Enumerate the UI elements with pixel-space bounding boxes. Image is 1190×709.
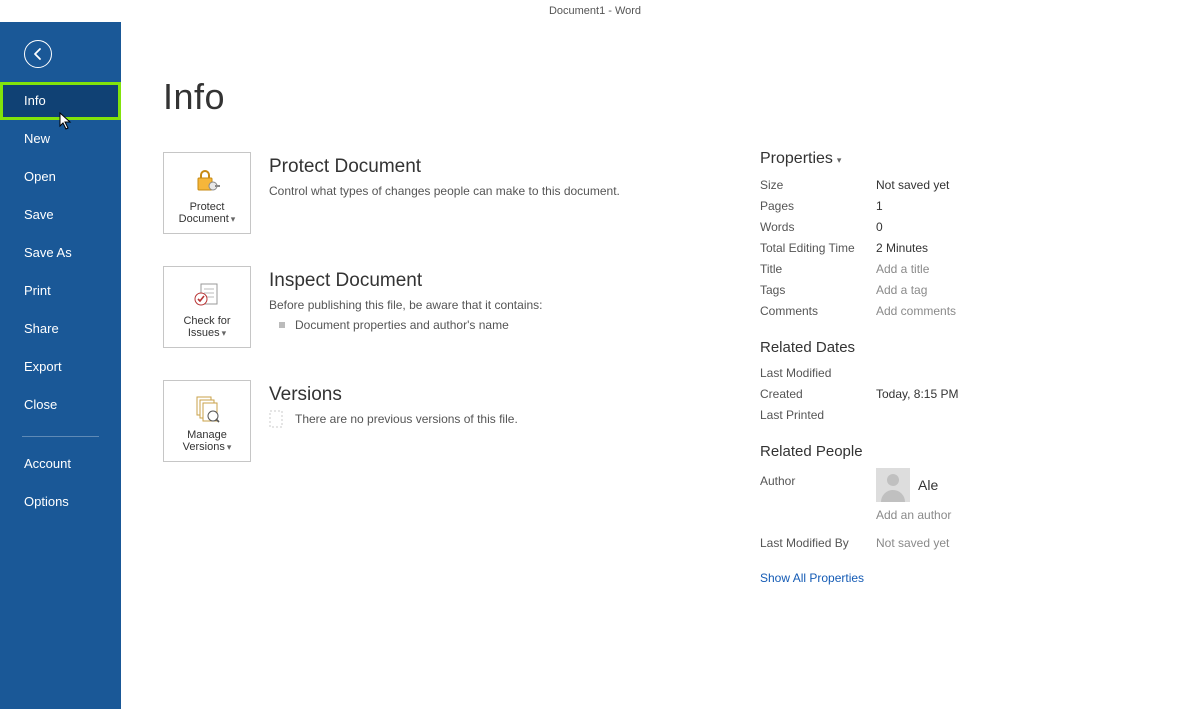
manage-versions-button[interactable]: Manage Versions (163, 380, 251, 462)
date-key: Last Printed (760, 408, 876, 422)
protect-title: Protect Document (269, 156, 620, 178)
backstage-sidebar: InfoNewOpenSaveSave AsPrintShareExportCl… (0, 22, 121, 709)
property-value[interactable]: Add a title (876, 262, 929, 276)
inspect-title: Inspect Document (269, 270, 543, 292)
last-modified-by-label: Last Modified By (760, 536, 876, 550)
property-key: Tags (760, 283, 876, 297)
last-modified-by-value: Not saved yet (876, 536, 949, 550)
property-row: TitleAdd a title (760, 258, 1140, 279)
check-for-issues-button[interactable]: Check for Issues (163, 266, 251, 348)
property-value: 1 (876, 199, 883, 213)
show-all-properties-link[interactable]: Show All Properties (760, 571, 864, 585)
property-row: Words0 (760, 216, 1140, 237)
title-bar: Document1 - Word (0, 0, 1190, 22)
sidebar-item-open[interactable]: Open (0, 158, 121, 196)
bullet-icon (279, 322, 285, 328)
author-name[interactable]: Ale (918, 477, 938, 493)
document-dashed-icon (269, 410, 285, 428)
checklist-icon (192, 279, 222, 309)
property-key: Words (760, 220, 876, 234)
related-people-heading: Related People (760, 443, 1140, 460)
sidebar-item-new[interactable]: New (0, 120, 121, 158)
page-title: Info (163, 76, 760, 118)
sidebar-item-save-as[interactable]: Save As (0, 234, 121, 272)
property-value: Not saved yet (876, 178, 949, 192)
sidebar-divider (22, 436, 99, 437)
back-button[interactable] (24, 40, 52, 68)
sidebar-item-close[interactable]: Close (0, 386, 121, 424)
date-key: Last Modified (760, 366, 876, 380)
protect-document-button[interactable]: Protect Document (163, 152, 251, 234)
properties-heading[interactable]: Properties (760, 150, 1140, 168)
property-row: CommentsAdd comments (760, 300, 1140, 321)
sidebar-item-save[interactable]: Save (0, 196, 121, 234)
date-row: Last Modified (760, 362, 1140, 383)
property-key: Pages (760, 199, 876, 213)
sidebar-item-options[interactable]: Options (0, 483, 121, 521)
property-value[interactable]: Add comments (876, 304, 956, 318)
property-row: TagsAdd a tag (760, 279, 1140, 300)
date-row: CreatedToday, 8:15 PM (760, 383, 1140, 404)
sidebar-item-print[interactable]: Print (0, 272, 121, 310)
related-dates-heading: Related Dates (760, 339, 1140, 356)
section-versions: Manage Versions Versions There are no pr… (163, 380, 760, 462)
section-inspect: Check for Issues Inspect Document Before… (163, 266, 760, 348)
section-protect: Protect Document Protect Document Contro… (163, 152, 760, 234)
property-key: Size (760, 178, 876, 192)
property-row: SizeNot saved yet (760, 174, 1140, 195)
sidebar-item-account[interactable]: Account (0, 445, 121, 483)
sidebar-item-export[interactable]: Export (0, 348, 121, 386)
property-row: Total Editing Time2 Minutes (760, 237, 1140, 258)
inspect-desc: Before publishing this file, be aware th… (269, 296, 543, 314)
add-author-field[interactable]: Add an author (876, 508, 951, 522)
arrow-left-icon (31, 47, 45, 61)
property-key: Comments (760, 304, 876, 318)
properties-heading-label: Properties (760, 150, 833, 168)
inspect-item: Document properties and author's name (269, 318, 543, 332)
protect-desc: Control what types of changes people can… (269, 182, 620, 200)
property-value: 2 Minutes (876, 241, 928, 255)
property-key: Total Editing Time (760, 241, 876, 255)
versions-desc: There are no previous versions of this f… (295, 412, 518, 426)
property-key: Title (760, 262, 876, 276)
avatar (876, 468, 910, 502)
protect-document-label: Protect Document (179, 201, 229, 225)
property-value: 0 (876, 220, 883, 234)
inspect-item-text: Document properties and author's name (295, 318, 509, 332)
author-label: Author (760, 466, 876, 488)
sidebar-item-info[interactable]: Info (3, 85, 118, 117)
date-key: Created (760, 387, 876, 401)
lock-key-icon (192, 165, 222, 195)
property-value[interactable]: Add a tag (876, 283, 927, 297)
versions-icon (192, 393, 222, 423)
property-row: Pages1 (760, 195, 1140, 216)
manage-versions-label: Manage Versions (183, 429, 227, 453)
date-row: Last Printed (760, 404, 1140, 425)
sidebar-item-share[interactable]: Share (0, 310, 121, 348)
versions-title: Versions (269, 384, 518, 406)
date-value: Today, 8:15 PM (876, 387, 959, 401)
properties-panel: Properties SizeNot saved yetPages1Words0… (760, 22, 1150, 709)
